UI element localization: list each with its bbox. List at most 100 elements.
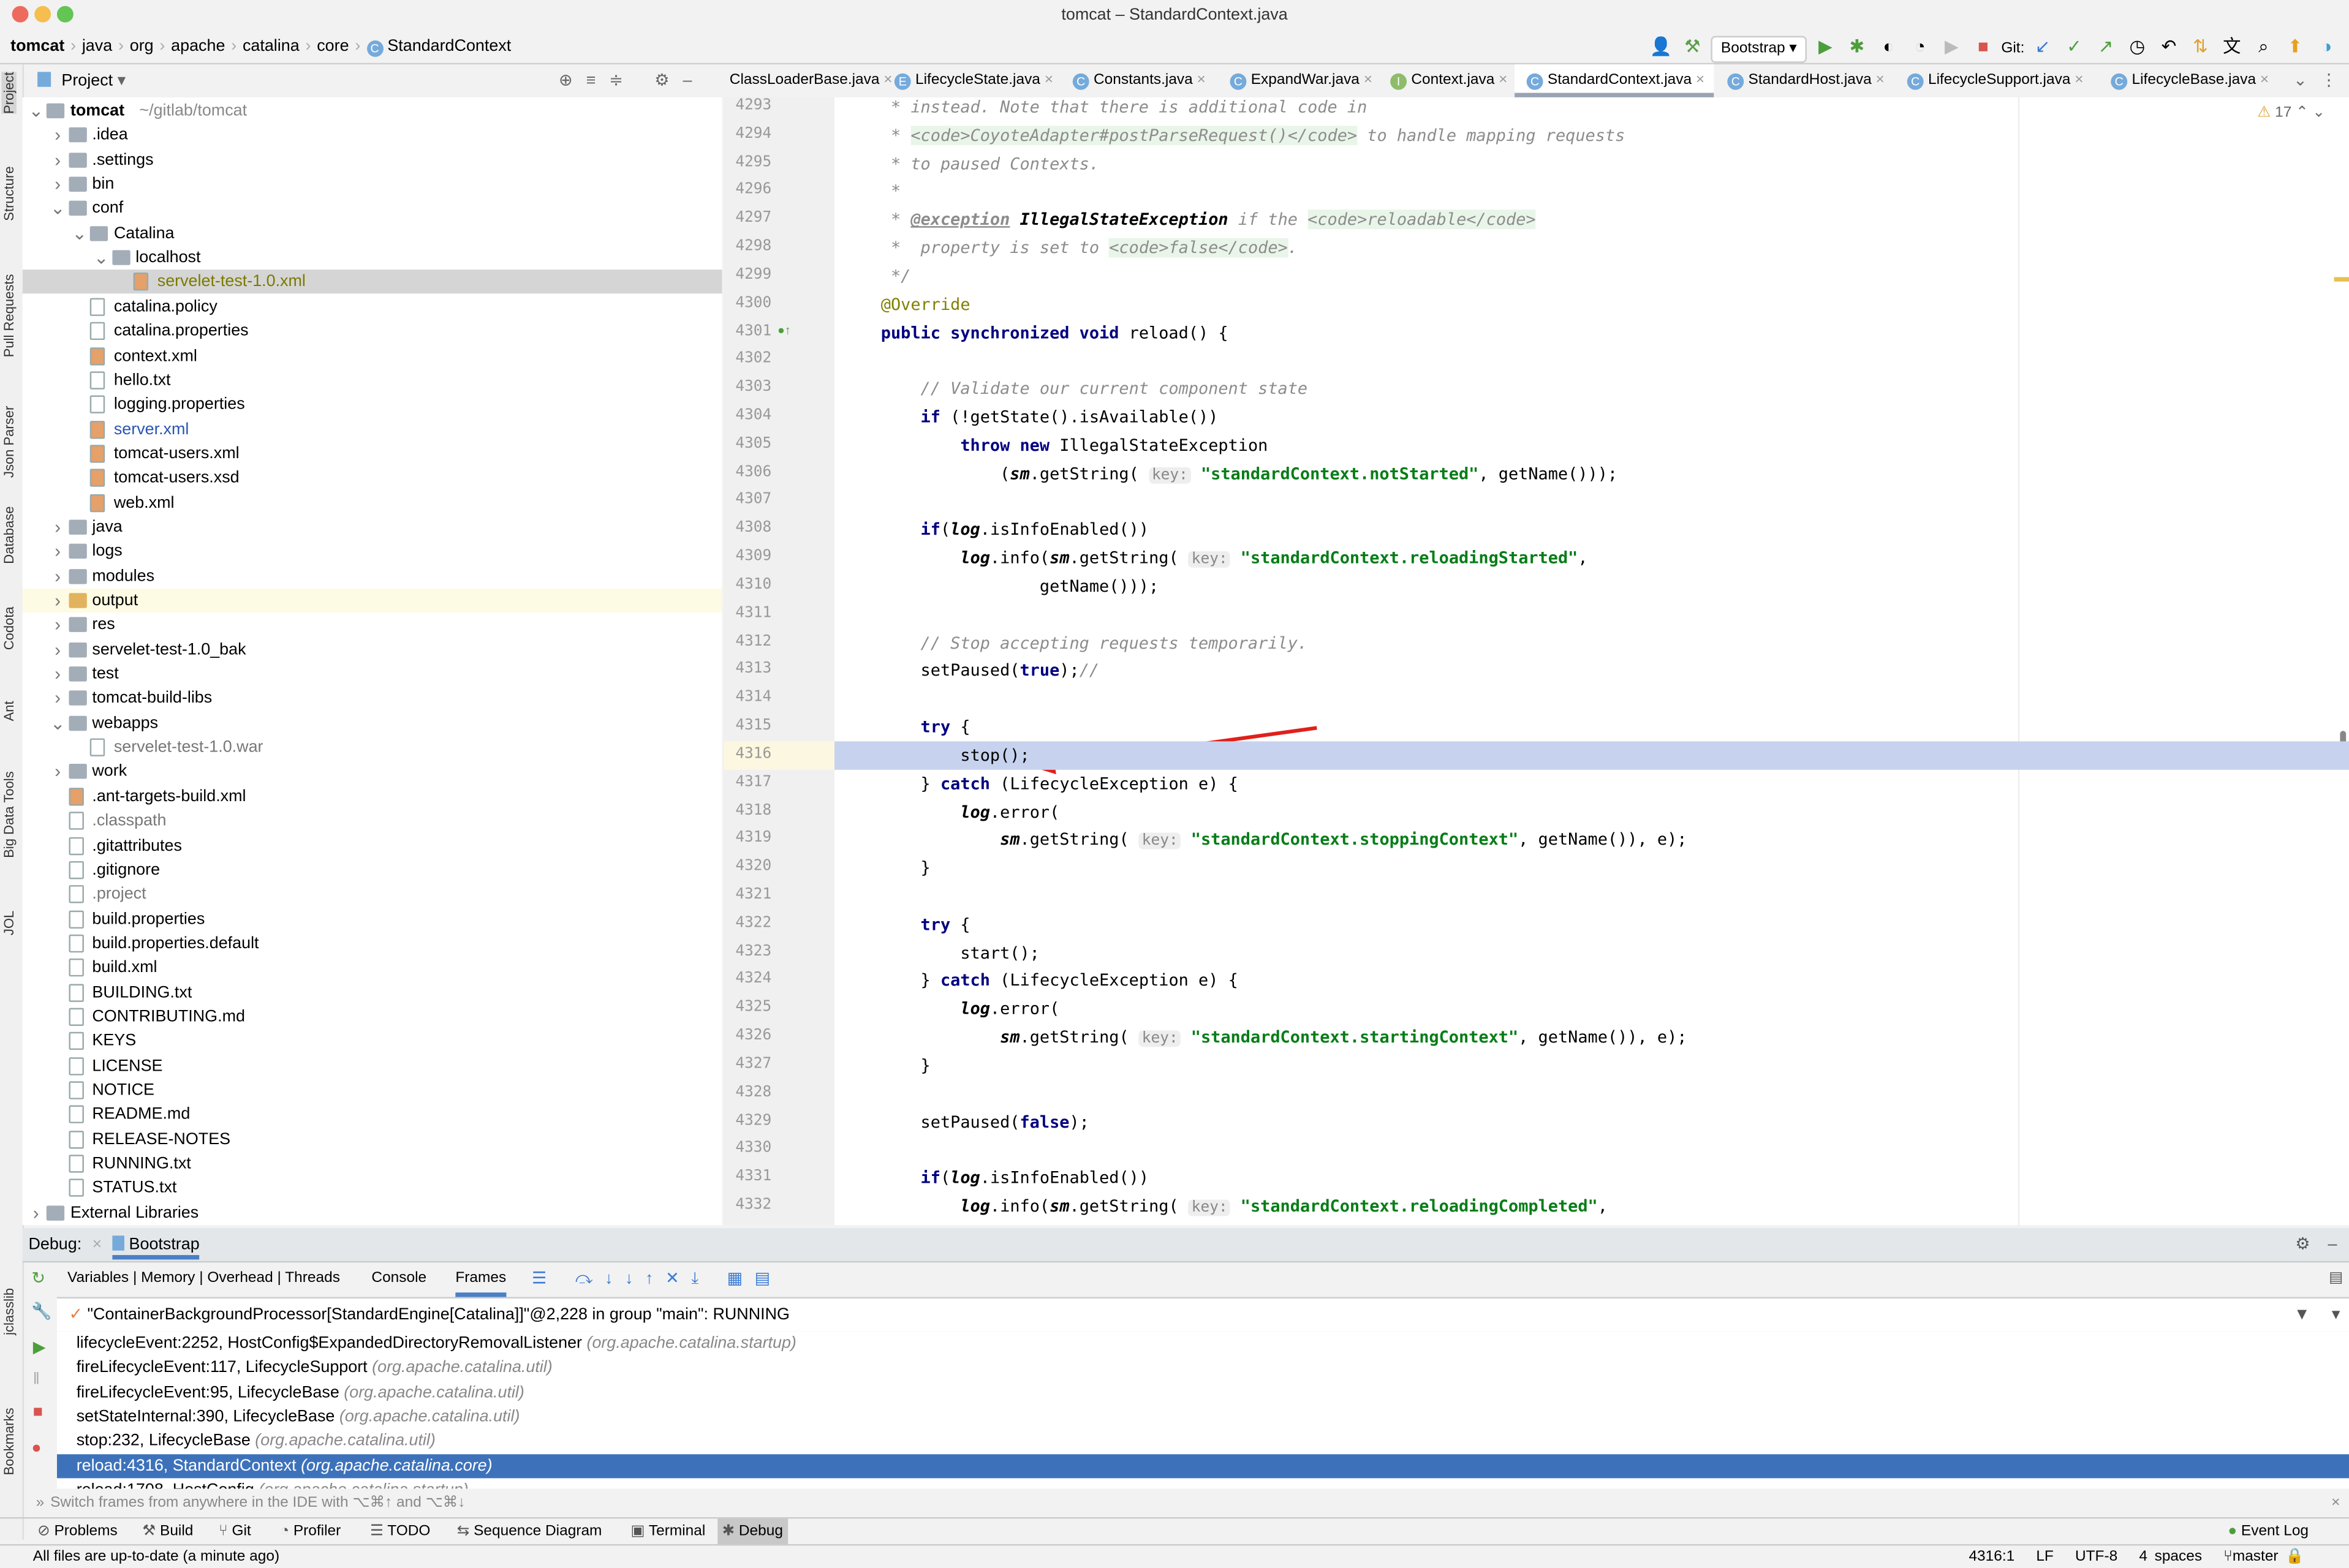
chevron-right-icon[interactable]: › bbox=[50, 123, 65, 147]
maximize-window-button[interactable] bbox=[56, 6, 74, 23]
pause-icon[interactable]: ‖ bbox=[33, 1370, 40, 1388]
tree-item[interactable]: RELEASE-NOTES bbox=[23, 1127, 722, 1151]
chevron-right-icon[interactable]: › bbox=[50, 515, 65, 539]
tree-item[interactable]: .project bbox=[23, 883, 722, 907]
tab-list-chevron-icon[interactable]: ⌄ bbox=[2293, 64, 2307, 97]
tree-item[interactable]: .ant-targets-build.xml bbox=[23, 785, 722, 809]
close-tab-icon[interactable]: × bbox=[1872, 72, 1885, 88]
chevron-right-icon[interactable]: › bbox=[50, 148, 65, 172]
tool-window-big-data-tools[interactable]: Big Data Tools bbox=[1, 771, 16, 858]
view-breakpoints-icon[interactable]: ● bbox=[31, 1439, 41, 1457]
breadcrumb-item[interactable]: apache bbox=[171, 30, 225, 63]
tree-item[interactable]: ⌄ webapps bbox=[23, 711, 722, 735]
project-panel-actions[interactable]: ⊕≡≑ ⚙– bbox=[559, 64, 705, 97]
minimize-window-button[interactable] bbox=[34, 6, 51, 23]
debug-icon[interactable]: ✱ bbox=[1844, 30, 1870, 63]
chevron-right-icon[interactable]: › bbox=[50, 564, 65, 588]
project-view-select[interactable]: Project bbox=[61, 72, 113, 89]
debug-tab-frames[interactable]: Frames bbox=[455, 1262, 507, 1297]
tab-expandwar[interactable]: C ExpandWar.java × bbox=[1218, 64, 1382, 97]
profile-icon[interactable]: ◔ bbox=[1907, 30, 1934, 63]
tool-window-profiler[interactable]: ◔ Profiler bbox=[276, 1518, 346, 1545]
tree-item[interactable]: › bin bbox=[23, 172, 722, 196]
tree-item[interactable]: › tomcat-build-libs bbox=[23, 687, 722, 710]
tree-item[interactable]: build.properties.default bbox=[23, 932, 722, 956]
tree-item[interactable]: web.xml bbox=[23, 491, 722, 514]
debug-tab-variables[interactable]: Variables | Memory | Overhead | Threads bbox=[67, 1262, 340, 1295]
tree-item[interactable]: › modules bbox=[23, 564, 722, 588]
tree-item[interactable]: RUNNING.txt bbox=[23, 1152, 722, 1175]
chevron-right-icon[interactable]: › bbox=[50, 589, 65, 612]
chevron-right-icon[interactable]: › bbox=[50, 687, 65, 710]
search-icon[interactable]: ⌕ bbox=[2250, 30, 2277, 63]
breadcrumb-item[interactable]: StandardContext bbox=[387, 30, 511, 63]
modify-config-icon[interactable]: 🔧 bbox=[31, 1302, 52, 1321]
stack-frame[interactable]: lifecycleEvent:2252, HostConfig$Expanded… bbox=[57, 1332, 2349, 1355]
more-icon[interactable]: ⋮ bbox=[2321, 64, 2337, 97]
git-commit-icon[interactable]: ✓ bbox=[2060, 30, 2087, 63]
tool-window-sequence-diagram[interactable]: ⇆ Sequence Diagram bbox=[452, 1518, 606, 1545]
close-tab-icon[interactable]: × bbox=[1360, 72, 1372, 88]
chevron-right-icon[interactable]: › bbox=[50, 760, 65, 784]
tree-item[interactable]: NOTICE bbox=[23, 1079, 722, 1102]
debug-session-tab[interactable]: Bootstrap bbox=[112, 1235, 200, 1260]
chevron-right-icon[interactable]: › bbox=[50, 613, 65, 637]
history-icon[interactable]: ◷ bbox=[2124, 30, 2150, 63]
tree-item[interactable]: tomcat-users.xsd bbox=[23, 466, 722, 490]
chevron-down-icon[interactable]: ⌄ bbox=[50, 197, 66, 221]
tree-item[interactable]: catalina.properties bbox=[23, 319, 722, 343]
run-icon[interactable]: ▶ bbox=[1812, 30, 1839, 63]
stack-frame[interactable]: fireLifecycleEvent:117, LifecycleSupport… bbox=[57, 1356, 2349, 1380]
translate-icon[interactable]: 文 bbox=[2218, 30, 2245, 63]
chevron-right-icon[interactable]: › bbox=[50, 540, 65, 564]
tool-window-terminal[interactable]: ▣ Terminal bbox=[626, 1518, 710, 1545]
tool-window-git[interactable]: ⑂ Git bbox=[214, 1518, 255, 1545]
vcs-icon[interactable]: ⇅ bbox=[2187, 30, 2214, 63]
indent-setting[interactable]: 4 spaces bbox=[2139, 1548, 2202, 1565]
override-marker-icon[interactable]: ●↑ bbox=[777, 323, 791, 336]
tab-standardcontext[interactable]: C StandardContext.java × bbox=[1515, 64, 1714, 97]
close-tab-icon[interactable]: × bbox=[2070, 72, 2083, 88]
tree-item[interactable]: .classpath bbox=[23, 809, 722, 833]
tab-context[interactable]: I Context.java × bbox=[1379, 64, 1516, 97]
stack-frame[interactable]: reload:4316, StandardContext (org.apache… bbox=[56, 1453, 2349, 1478]
close-hint-icon[interactable]: × bbox=[2331, 1491, 2340, 1515]
breadcrumb-item[interactable]: java bbox=[82, 30, 112, 63]
tree-item[interactable]: › java bbox=[23, 515, 722, 539]
chevron-down-icon[interactable]: ⌄ bbox=[28, 99, 44, 123]
tree-item[interactable]: servelet-test-1.0.war bbox=[23, 736, 722, 760]
error-stripe-mark[interactable] bbox=[2334, 277, 2349, 282]
close-tab-icon[interactable]: × bbox=[2256, 72, 2269, 88]
tool-window-bookmarks[interactable]: Bookmarks bbox=[1, 1408, 16, 1475]
tab-standardhost[interactable]: C StandardHost.java × bbox=[1715, 64, 1894, 97]
stack-frame[interactable]: fireLifecycleEvent:95, LifecycleBase (or… bbox=[57, 1381, 2349, 1404]
git-update-icon[interactable]: ↙ bbox=[2029, 30, 2056, 63]
resume-icon[interactable]: ▶ bbox=[1938, 30, 1965, 63]
stack-frame[interactable]: setStateInternal:390, LifecycleBase (org… bbox=[57, 1405, 2349, 1429]
tool-window-jol[interactable]: JOL bbox=[1, 911, 16, 935]
resume-program-icon[interactable]: ▶ bbox=[33, 1338, 46, 1357]
tool-window-pull-requests[interactable]: Pull Requests bbox=[1, 274, 16, 357]
user-icon[interactable]: 👤 bbox=[1647, 30, 1674, 63]
rollback-icon[interactable]: ↶ bbox=[2155, 30, 2182, 63]
tree-item[interactable]: › res bbox=[23, 613, 722, 637]
lock-icon[interactable]: 🔒 bbox=[2285, 1548, 2304, 1565]
tool-window-json-parser[interactable]: Json Parser bbox=[1, 406, 16, 478]
tree-item[interactable]: build.properties bbox=[23, 907, 722, 931]
tree-item[interactable]: › External Libraries bbox=[23, 1200, 722, 1224]
tool-window-debug[interactable]: ✱ Debug bbox=[717, 1518, 788, 1546]
layout-icon[interactable]: ▤ bbox=[2329, 1262, 2343, 1295]
tool-window-database[interactable]: Database bbox=[1, 506, 16, 564]
tree-item[interactable]: ⌄ localhost bbox=[23, 246, 722, 270]
git-branch[interactable]: master bbox=[2233, 1548, 2279, 1565]
tree-item[interactable]: logging.properties bbox=[23, 393, 722, 417]
run-config-select[interactable]: Bootstrap ▾ bbox=[1710, 36, 1807, 63]
breadcrumb-item[interactable]: org bbox=[130, 30, 154, 63]
caret-position[interactable]: 4316:1 bbox=[1969, 1548, 2014, 1565]
tree-item[interactable]: › output bbox=[22, 588, 722, 613]
thread-dropdown-icon[interactable]: ▾ bbox=[2332, 1298, 2340, 1332]
chevron-down-icon[interactable]: ⌄ bbox=[94, 246, 109, 270]
tree-item[interactable]: hello.txt bbox=[23, 368, 722, 392]
tree-item[interactable]: ⌄ tomcat ~/gitlab/tomcat bbox=[23, 99, 722, 123]
tab-classloaderbase[interactable]: ClassLoaderBase.java × bbox=[724, 64, 901, 97]
